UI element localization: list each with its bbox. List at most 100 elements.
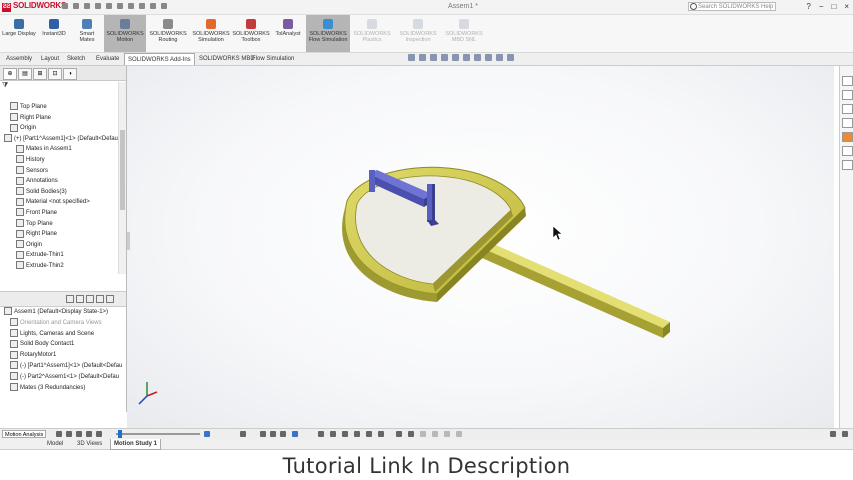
- bottom-tab-0[interactable]: Model: [44, 439, 66, 449]
- view-palette-icon[interactable]: [842, 118, 853, 128]
- design-library-icon[interactable]: [842, 90, 853, 100]
- tree-item[interactable]: Material <not specified>: [16, 197, 90, 207]
- motion-manager-layout-icon[interactable]: [830, 431, 836, 437]
- help-icon[interactable]: ?: [806, 2, 810, 11]
- timeline-filter-icon[interactable]: [456, 431, 462, 437]
- bottom-tab-2[interactable]: Motion Study 1: [110, 439, 161, 450]
- ribbon-button-1[interactable]: Instant3D: [38, 15, 70, 52]
- tree-item[interactable]: Annotations: [16, 176, 58, 186]
- tree-item[interactable]: Orientation and Camera Views: [10, 318, 102, 328]
- animation-wizard-icon[interactable]: [240, 431, 246, 437]
- command-tab-0[interactable]: Assembly: [3, 53, 35, 65]
- maximize-motion-manager-icon[interactable]: [842, 431, 848, 437]
- ribbon-button-10[interactable]: SOLIDWORKS Inspection: [396, 15, 440, 52]
- solidworks-logo[interactable]: ƧƧ SOLIDWORKS: [2, 1, 66, 12]
- tree-item[interactable]: Right Plane: [10, 113, 51, 123]
- timeline-settings-icon[interactable]: [444, 431, 450, 437]
- bottom-tab-1[interactable]: 3D Views: [74, 439, 105, 449]
- gravity-icon[interactable]: [354, 431, 360, 437]
- home-icon[interactable]: [62, 3, 68, 9]
- playback-speed-slider[interactable]: [116, 433, 200, 435]
- add-key-icon[interactable]: [270, 431, 276, 437]
- open-icon[interactable]: [84, 3, 90, 9]
- view-settings-icon[interactable]: [507, 54, 514, 61]
- zoom-out-timeline-icon[interactable]: [420, 431, 426, 437]
- display-manager-tab-icon[interactable]: ◑: [63, 68, 77, 80]
- calculate-icon[interactable]: [56, 431, 62, 437]
- command-tab-3[interactable]: Evaluate: [93, 53, 122, 65]
- dimxpert-tab-icon[interactable]: ⊡: [48, 68, 62, 80]
- ribbon-button-0[interactable]: Large Display: [2, 15, 36, 52]
- filter-icon[interactable]: ⧩: [2, 82, 8, 90]
- tree-item[interactable]: Top Plane: [10, 102, 47, 112]
- zoom-to-fit-icon[interactable]: [408, 54, 415, 61]
- feature-tree-tab-icon[interactable]: ⊕: [3, 68, 17, 80]
- save-icon[interactable]: [95, 3, 101, 9]
- tree-item[interactable]: (-) Part2^Assem1<1> (Default<Defau: [10, 372, 119, 382]
- playback-speed-knob[interactable]: [118, 430, 122, 438]
- undo-icon[interactable]: [117, 3, 123, 9]
- maximize-icon[interactable]: □: [831, 2, 836, 11]
- command-tab-1[interactable]: Layout: [38, 53, 62, 65]
- tree-item[interactable]: Top Plane: [16, 219, 53, 229]
- tree-item[interactable]: (-) [Part1^Assem1]<1> (Default<Defau: [10, 361, 122, 371]
- ribbon-button-11[interactable]: SOLIDWORKS MBD SNL: [442, 15, 486, 52]
- assembly-model[interactable]: [127, 66, 834, 428]
- playback-mode-icon[interactable]: [96, 431, 102, 437]
- ribbon-button-6[interactable]: SOLIDWORKS Toolbox: [232, 15, 270, 52]
- save-animation-icon[interactable]: [204, 431, 210, 437]
- ribbon-button-3[interactable]: SOLIDWORKS Motion: [104, 15, 146, 52]
- zoom-timeline-icon[interactable]: [106, 295, 114, 303]
- solidworks-forum-icon[interactable]: [842, 160, 853, 170]
- collapse-motion-manager-icon[interactable]: [396, 431, 402, 437]
- tree-item[interactable]: Origin: [16, 240, 42, 250]
- motion-study-properties-icon[interactable]: [378, 431, 384, 437]
- search-help-input[interactable]: Search SOLIDWORKS Help: [688, 2, 776, 11]
- close-icon[interactable]: ×: [844, 2, 849, 11]
- tree-item[interactable]: RotaryMotor1: [10, 350, 56, 360]
- select-icon[interactable]: [128, 3, 134, 9]
- tree-item[interactable]: (+) [Part1^Assem1]<1> (Default<Defau: [4, 134, 118, 144]
- command-tab-6[interactable]: Flow Simulation: [249, 53, 297, 65]
- results-and-plots-icon[interactable]: [366, 431, 372, 437]
- filter-tree-icon[interactable]: [76, 295, 84, 303]
- apply-scene-icon[interactable]: [496, 54, 503, 61]
- print-icon[interactable]: [106, 3, 112, 9]
- tree-item[interactable]: Extrude-Thin2: [16, 261, 64, 271]
- new-document-icon[interactable]: [73, 3, 79, 9]
- tree-item[interactable]: History: [16, 155, 45, 165]
- tree-item[interactable]: Sensors: [16, 166, 48, 176]
- view-orientation-icon[interactable]: [452, 54, 459, 61]
- solidworks-resources-icon[interactable]: [842, 76, 853, 86]
- section-view-icon[interactable]: [441, 54, 448, 61]
- tree-item[interactable]: Front Plane: [16, 208, 57, 218]
- expand-all-icon[interactable]: [86, 295, 94, 303]
- ribbon-button-2[interactable]: Smart Mates: [72, 15, 102, 52]
- force-icon[interactable]: [330, 431, 336, 437]
- property-manager-tab-icon[interactable]: ▤: [18, 68, 32, 80]
- file-properties-icon[interactable]: [150, 3, 156, 9]
- custom-properties-icon[interactable]: [842, 146, 853, 156]
- rebuild-icon[interactable]: [139, 3, 145, 9]
- tree-item[interactable]: Extrude-Thin1: [16, 250, 64, 260]
- options-icon[interactable]: [161, 3, 167, 9]
- contact-icon[interactable]: [342, 431, 348, 437]
- damper-icon[interactable]: [318, 431, 324, 437]
- tree-item[interactable]: Mates (3 Redundancies): [10, 383, 85, 393]
- configuration-manager-tab-icon[interactable]: ⊞: [33, 68, 47, 80]
- motor-icon[interactable]: [280, 431, 286, 437]
- tree-item[interactable]: Origin: [10, 123, 36, 133]
- display-style-icon[interactable]: [463, 54, 470, 61]
- command-tab-2[interactable]: Sketch: [64, 53, 88, 65]
- stop-icon[interactable]: [86, 431, 92, 437]
- tree-item[interactable]: Solid Body Contact1: [10, 339, 74, 349]
- ribbon-button-5[interactable]: SOLIDWORKS Simulation: [192, 15, 230, 52]
- ribbon-button-8[interactable]: SOLIDWORKS Flow Simulation: [306, 15, 350, 52]
- tree-item[interactable]: Assem1 (Default<Display State-1>): [4, 307, 108, 317]
- tree-item[interactable]: Right Plane: [16, 229, 57, 239]
- spring-icon[interactable]: [292, 431, 298, 437]
- ribbon-button-4[interactable]: SOLIDWORKS Routing: [146, 15, 190, 52]
- minimize-icon[interactable]: −: [819, 2, 824, 11]
- tree-item[interactable]: Mates in Assem1: [16, 144, 72, 154]
- collapse-all-icon[interactable]: [66, 295, 74, 303]
